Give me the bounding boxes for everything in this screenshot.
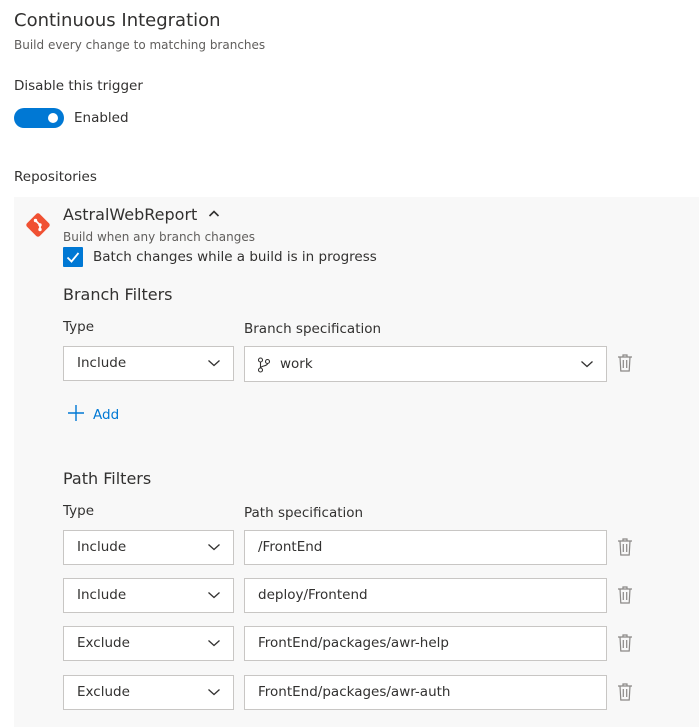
chevron-down-icon	[208, 360, 220, 367]
trash-icon[interactable]	[617, 682, 633, 702]
path-type-dropdown[interactable]: Exclude	[63, 626, 234, 661]
git-icon	[26, 213, 50, 237]
batch-changes-checkbox[interactable]	[63, 247, 83, 267]
chevron-down-icon	[208, 689, 220, 696]
branch-type-dropdown[interactable]: Include	[63, 346, 234, 381]
path-type-header: Type	[63, 503, 95, 519]
trash-icon[interactable]	[617, 353, 633, 373]
path-type-value: Include	[77, 539, 127, 555]
chevron-down-icon	[208, 544, 220, 551]
branch-filters-title: Branch Filters	[63, 285, 173, 304]
chevron-down-icon	[208, 640, 220, 647]
branch-type-header: Type	[63, 319, 95, 335]
path-spec-input[interactable]: FrontEnd/packages/awr-auth	[244, 675, 607, 710]
repositories-label: Repositories	[14, 169, 97, 185]
branch-spec-header: Branch specification	[244, 321, 382, 337]
page-subtitle: Build every change to matching branches	[14, 38, 266, 52]
plus-icon[interactable]	[67, 404, 85, 422]
path-spec-input[interactable]: /FrontEnd	[244, 530, 607, 565]
path-type-value: Exclude	[77, 635, 130, 651]
repo-description: Build when any branch changes	[63, 230, 255, 244]
branch-type-value: Include	[77, 355, 127, 371]
path-type-dropdown[interactable]: Include	[63, 530, 234, 565]
path-type-value: Exclude	[77, 684, 130, 700]
batch-changes-label: Batch changes while a build is in progre…	[93, 249, 377, 265]
path-spec-header: Path specification	[244, 505, 364, 521]
repo-name: AstralWebReport	[63, 205, 198, 224]
chevron-up-icon[interactable]	[207, 207, 221, 221]
toggle-knob	[48, 113, 58, 123]
add-branch-filter-button[interactable]: Add	[93, 407, 119, 423]
path-type-value: Include	[77, 587, 127, 603]
trash-icon[interactable]	[617, 585, 633, 605]
page-title: Continuous Integration	[14, 10, 221, 31]
checkmark-icon	[66, 252, 80, 263]
trash-icon[interactable]	[617, 633, 633, 653]
toggle-state-label: Enabled	[74, 110, 129, 126]
branch-spec-value: work	[280, 356, 313, 372]
path-spec-input[interactable]: deploy/Frontend	[244, 578, 607, 613]
path-spec-input[interactable]: FrontEnd/packages/awr-help	[244, 626, 607, 661]
branch-spec-dropdown[interactable]: work	[244, 346, 607, 382]
path-filters-title: Path Filters	[63, 469, 152, 488]
chevron-down-icon	[581, 361, 593, 368]
path-type-dropdown[interactable]: Include	[63, 578, 234, 613]
chevron-down-icon	[208, 592, 220, 599]
path-type-dropdown[interactable]: Exclude	[63, 675, 234, 710]
branch-icon	[257, 357, 271, 373]
trash-icon[interactable]	[617, 537, 633, 557]
disable-trigger-label: Disable this trigger	[14, 78, 143, 94]
trigger-toggle[interactable]	[14, 108, 64, 128]
